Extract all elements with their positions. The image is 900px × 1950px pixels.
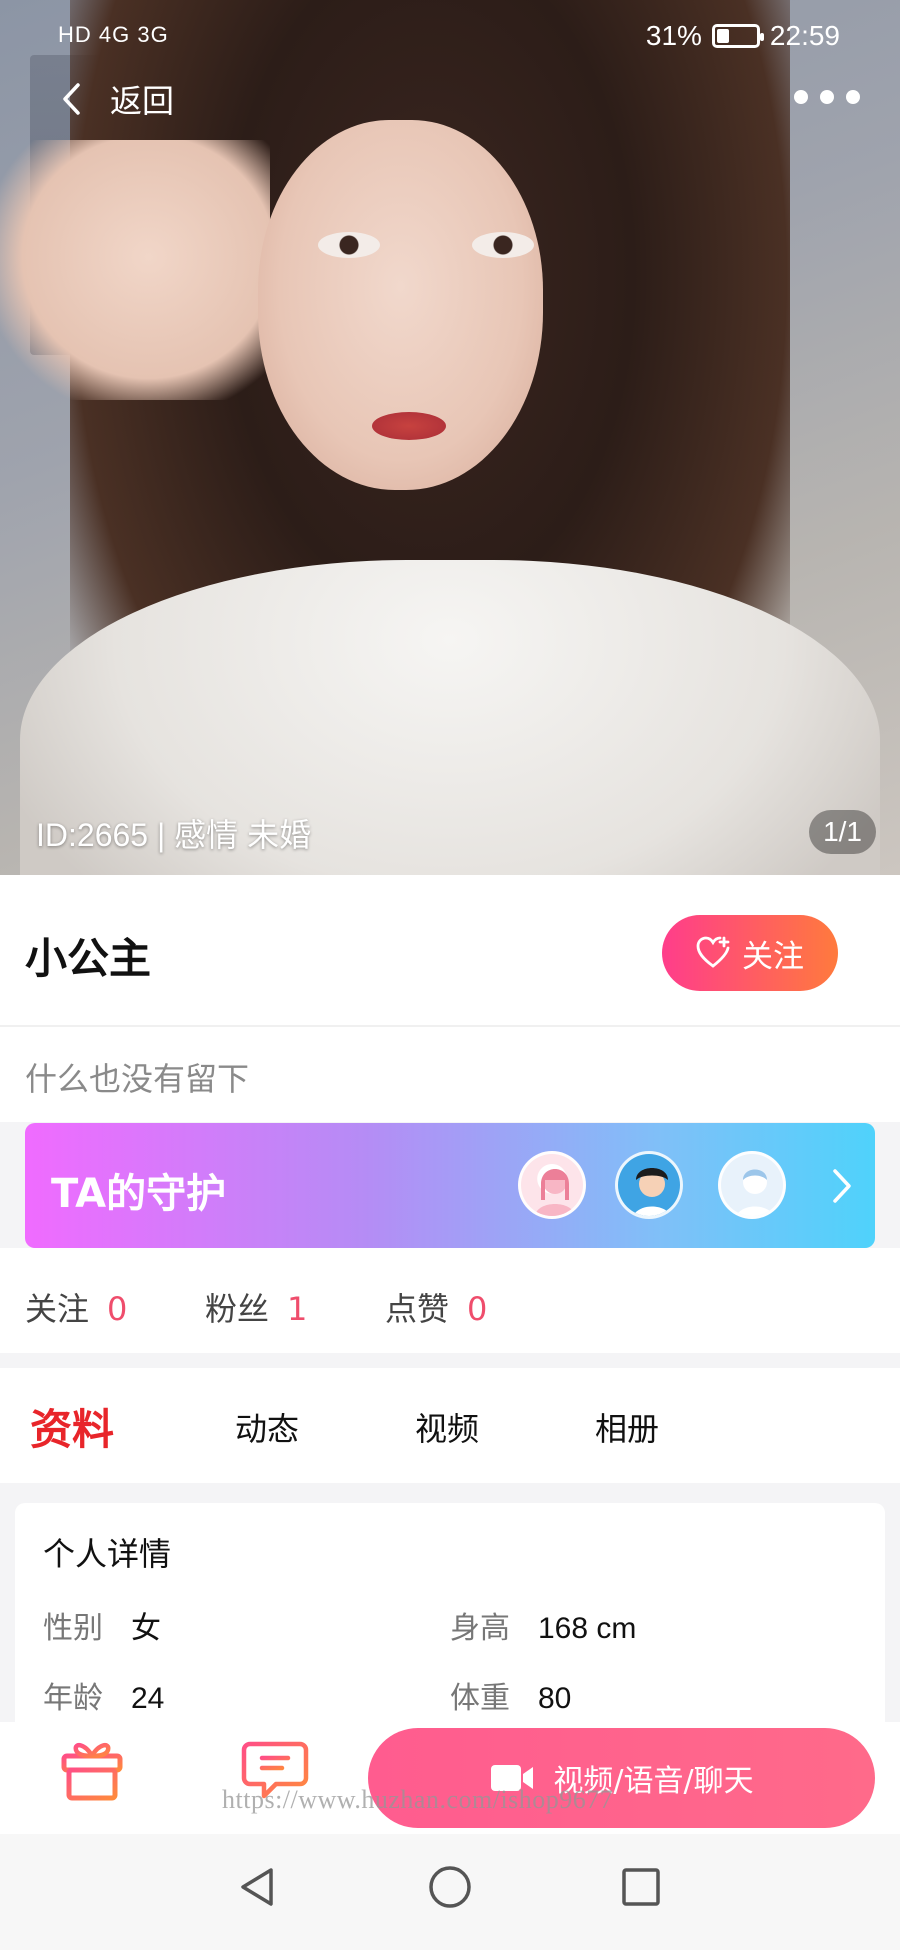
detail-weight: 体重 80 — [450, 1673, 571, 1717]
message-button[interactable] — [240, 1736, 310, 1808]
stat-fans[interactable]: 粉丝 1 — [205, 1284, 307, 1330]
bottom-action-bar: 视频/语音/聊天 — [0, 1722, 900, 1834]
detail-value: 女 — [131, 1612, 161, 1645]
back-button[interactable]: 返回 — [60, 76, 174, 122]
profile-tabs: 资料 动态 视频 相册 — [0, 1368, 900, 1483]
guardian-avatar[interactable] — [518, 1151, 586, 1219]
stat-label: 关注 — [25, 1290, 90, 1328]
bio-text: 什么也没有留下 — [25, 1060, 250, 1098]
battery-icon — [711, 24, 764, 48]
photo-eye-right — [472, 232, 534, 258]
stats-row: 关注 0 粉丝 1 点赞 0 — [0, 1248, 900, 1353]
detail-key: 性别 — [43, 1611, 103, 1646]
battery-percent: 31% — [645, 20, 702, 51]
stat-label: 点赞 — [385, 1290, 450, 1328]
stat-label: 粉丝 — [205, 1290, 270, 1328]
detail-age: 年龄 24 — [43, 1673, 164, 1717]
heart-plus-icon — [696, 936, 730, 968]
photo-lips — [372, 412, 446, 440]
photo-hand — [0, 140, 270, 400]
gift-button[interactable] — [56, 1732, 128, 1808]
top-nav: 返回 — [0, 70, 900, 135]
tab-album[interactable]: 相册 — [595, 1404, 659, 1450]
stat-likes[interactable]: 点赞 0 — [385, 1284, 487, 1330]
nav-home-icon[interactable] — [427, 1864, 473, 1910]
nickname: 小公主 — [25, 934, 152, 983]
system-navigation-bar — [0, 1834, 900, 1950]
chevron-left-icon — [63, 83, 80, 115]
detail-height: 身高 168 cm — [450, 1603, 636, 1647]
detail-value: 168 cm — [538, 1612, 637, 1645]
guardian-title: TA的守护 — [51, 1171, 227, 1217]
nav-back-icon[interactable] — [235, 1864, 281, 1910]
network-indicator: HD 4G 3G — [58, 22, 169, 47]
id-caption: ID:2665 | 感情 未婚 — [36, 817, 312, 853]
profile-photo[interactable]: HD 4G 3G 31% 22:59 返回 ID:2665 | 感情 未婚 1/… — [0, 0, 900, 875]
detail-key: 体重 — [450, 1681, 510, 1716]
tab-moments[interactable]: 动态 — [235, 1404, 299, 1450]
detail-key: 身高 — [450, 1611, 510, 1646]
detail-gender: 性别女 — [43, 1603, 161, 1647]
status-bar: HD 4G 3G 31% 22:59 — [0, 0, 900, 70]
chevron-right-icon — [833, 1169, 851, 1203]
clock: 22:59 — [769, 20, 840, 51]
stat-value: 0 — [467, 1290, 488, 1328]
chat-bubble-icon — [241, 1741, 309, 1799]
stat-value: 0 — [107, 1290, 128, 1328]
profile-header: 小公主 关注 — [0, 875, 900, 1025]
photo-counter: 1/1 — [809, 810, 876, 854]
photo-eye-left — [318, 232, 380, 258]
follow-label: 关注 — [742, 938, 804, 975]
tab-profile[interactable]: 资料 — [30, 1396, 114, 1457]
details-title: 个人详情 — [43, 1535, 172, 1573]
tab-videos[interactable]: 视频 — [415, 1404, 479, 1450]
video-camera-icon — [491, 1765, 534, 1791]
more-options-icon[interactable] — [794, 90, 860, 104]
stat-value: 1 — [287, 1290, 308, 1328]
call-label: 视频/语音/聊天 — [553, 1764, 754, 1799]
guardian-banner[interactable]: TA的守护 — [25, 1123, 875, 1248]
detail-value: 24 — [131, 1682, 165, 1715]
video-voice-chat-button[interactable]: 视频/语音/聊天 — [368, 1728, 875, 1828]
nav-recents-icon[interactable] — [618, 1864, 664, 1910]
stat-following[interactable]: 关注 0 — [25, 1284, 127, 1330]
back-label: 返回 — [110, 82, 175, 120]
detail-key: 年龄 — [43, 1681, 103, 1716]
guardian-avatar[interactable] — [718, 1151, 786, 1219]
bio-section: 什么也没有留下 — [0, 1027, 900, 1122]
battery-fill — [716, 29, 729, 43]
guardian-avatar[interactable] — [615, 1151, 683, 1219]
gift-icon — [61, 1742, 123, 1801]
follow-button[interactable]: 关注 — [662, 915, 838, 991]
detail-value: 80 — [538, 1682, 572, 1715]
